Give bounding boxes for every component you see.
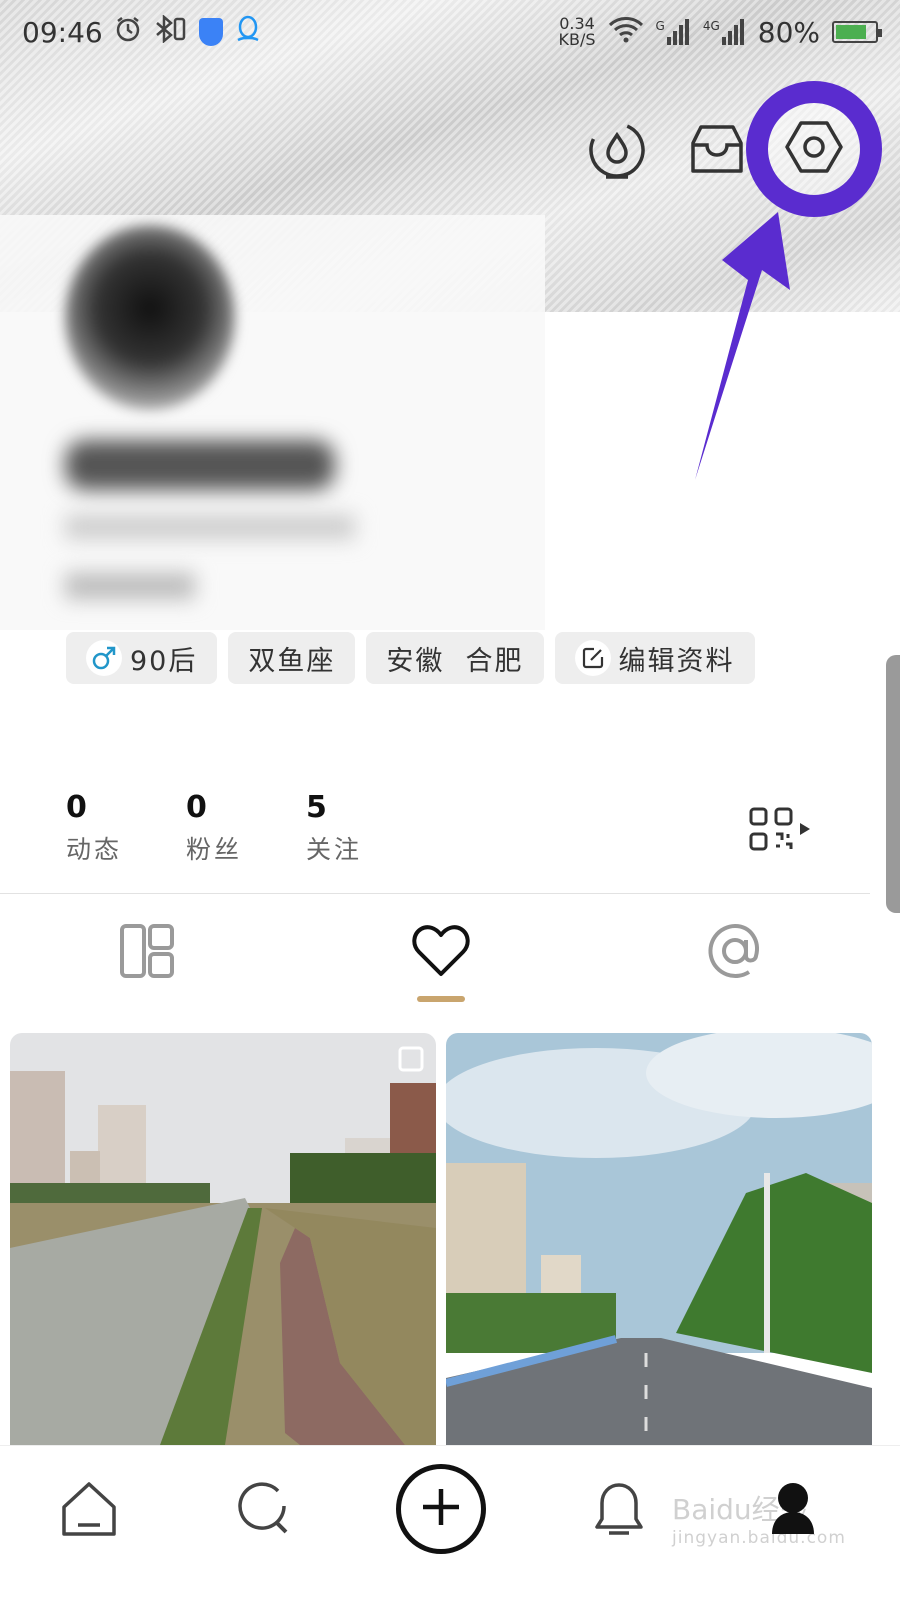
shield-icon — [198, 18, 223, 46]
home-icon — [60, 1481, 118, 1541]
drop-icon-button[interactable] — [582, 115, 652, 185]
profile-avatar[interactable] — [65, 225, 235, 410]
profile-stats: 0 动态 0 粉丝 5 关注 — [66, 790, 426, 866]
status-bar: 09:46 0.34 KB/S G 4G 80% — [0, 0, 900, 64]
profile-avatar-icon — [770, 1483, 816, 1538]
photo-grid — [10, 1033, 872, 1445]
tab-likes[interactable] — [406, 918, 476, 988]
cellular-signal-icon: G — [656, 19, 691, 45]
bottom-navigation: Baidu经验 jingyan.baidu.com — [0, 1445, 900, 1600]
tag-zodiac: 双鱼座 — [228, 632, 356, 684]
edit-profile-button[interactable]: 编辑资料 — [554, 632, 755, 684]
settings-button[interactable] — [746, 81, 882, 217]
at-icon — [704, 920, 766, 986]
annotation-arrow — [695, 212, 790, 480]
qr-code-icon — [748, 806, 794, 856]
wifi-icon — [608, 15, 644, 50]
blurred-id — [65, 573, 195, 599]
profile-card — [0, 215, 545, 630]
battery-percent: 80% — [757, 15, 820, 49]
blurred-bio — [65, 515, 355, 539]
nav-search[interactable] — [230, 1476, 300, 1546]
battery-icon — [832, 21, 882, 43]
qq-icon — [235, 14, 261, 51]
bell-icon — [593, 1481, 645, 1541]
stat-posts[interactable]: 0 动态 — [66, 790, 186, 866]
caret-right-icon — [798, 821, 812, 841]
search-icon — [236, 1480, 294, 1542]
tab-mentions[interactable] — [700, 918, 770, 988]
bluetooth-icon — [153, 13, 187, 50]
stat-following[interactable]: 5 关注 — [306, 790, 426, 866]
alarm-icon — [115, 16, 141, 49]
settings-icon — [785, 120, 843, 178]
photo-river-path[interactable] — [10, 1033, 436, 1445]
heart-icon — [411, 924, 471, 982]
edit-icon — [574, 640, 611, 676]
status-time: 09:46 — [22, 15, 103, 49]
nav-create-post[interactable] — [396, 1464, 486, 1554]
grid-layout-icon — [119, 923, 175, 983]
nav-notifications[interactable] — [584, 1476, 654, 1546]
network-speed: 0.34 KB/S — [558, 14, 596, 49]
photo-city-road[interactable] — [446, 1033, 872, 1445]
nav-profile[interactable] — [770, 1482, 816, 1534]
inbox-button[interactable] — [682, 115, 752, 185]
nav-home[interactable] — [54, 1476, 124, 1546]
content-tabs — [0, 918, 882, 1008]
profile-tags: 90后 双鱼座 安徽 合肥 编辑资料 — [66, 632, 755, 684]
baidu-watermark: Baidu经验 jingyan.baidu.com — [672, 1493, 846, 1548]
male-icon — [86, 640, 122, 676]
header-actions — [560, 81, 900, 217]
tab-posts[interactable] — [112, 918, 182, 988]
blurred-username — [65, 440, 335, 490]
plus-icon — [419, 1485, 463, 1533]
tag-location: 安徽 合肥 — [366, 632, 544, 684]
tag-age: 90后 — [66, 632, 218, 684]
stat-followers[interactable]: 0 粉丝 — [186, 790, 306, 866]
qr-code-button[interactable] — [748, 806, 812, 856]
active-tab-indicator — [417, 996, 465, 1002]
side-scroll-handle[interactable] — [886, 655, 900, 913]
cellular-4g-signal-icon: 4G — [703, 19, 746, 45]
section-divider — [0, 893, 870, 894]
